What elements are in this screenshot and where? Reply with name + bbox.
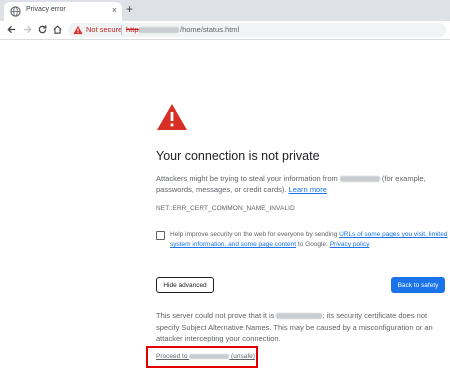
proceed-hostname-redacted[interactable] [189, 353, 230, 359]
tab-title: Privacy error [26, 6, 66, 13]
url-host-redacted [139, 27, 179, 33]
hide-advanced-button[interactable]: Hide advanced [156, 277, 214, 293]
warning-triangle-icon [157, 104, 187, 130]
details-hostname-redacted [276, 313, 323, 320]
proceed-link-before[interactable]: Proceed to [156, 353, 189, 360]
optin-checkbox[interactable] [156, 231, 165, 240]
proceed-link[interactable]: Proceed to (unsafe) [156, 353, 255, 360]
url-path: /home/status.html [180, 25, 240, 34]
arrow-left-icon[interactable] [6, 24, 17, 35]
tab-privacy-error[interactable]: Privacy error × [4, 2, 122, 21]
globe-icon [10, 6, 21, 17]
arrow-right-icon[interactable] [22, 24, 33, 35]
warning-icon[interactable] [73, 25, 83, 35]
address-bar[interactable]: Not secure https /home/status.html [68, 23, 446, 37]
tab-strip: Privacy error × + [0, 0, 450, 21]
learn-more-link[interactable]: Learn more [289, 185, 327, 194]
optin-text-before: Help improve security on the web for eve… [170, 231, 340, 238]
error-code: NET::ERR_CERT_COMMON_NAME_INVALID [156, 205, 295, 212]
page-title: Your connection is not private [156, 149, 320, 163]
intro-text-before: Attackers might be trying to steal your … [156, 174, 340, 183]
hostname-redacted [339, 176, 380, 183]
reload-icon[interactable] [37, 24, 48, 35]
omnibox-divider [121, 25, 122, 35]
new-tab-button[interactable]: + [126, 3, 133, 15]
browser-toolbar: Not secure https /home/status.html [0, 21, 450, 40]
privacy-policy-link[interactable]: Privacy policy [330, 241, 370, 248]
optin-text-middle: to Google. [296, 241, 330, 248]
back-to-safety-button[interactable]: Back to safety [391, 277, 445, 293]
details-text: This server could not prove that it is ;… [156, 310, 446, 345]
home-icon[interactable] [52, 24, 63, 35]
tab-close-icon[interactable]: × [112, 5, 117, 15]
interstitial-page: Your connection is not private Attackers… [0, 40, 450, 387]
proceed-link-after[interactable]: (unsafe) [229, 353, 255, 360]
not-secure-label[interactable]: Not secure [86, 25, 122, 34]
optin-text: Help improve security on the web for eve… [170, 230, 450, 250]
intro-text: Attackers might be trying to steal your … [156, 173, 446, 195]
details-text-before: This server could not prove that it is [156, 311, 277, 320]
